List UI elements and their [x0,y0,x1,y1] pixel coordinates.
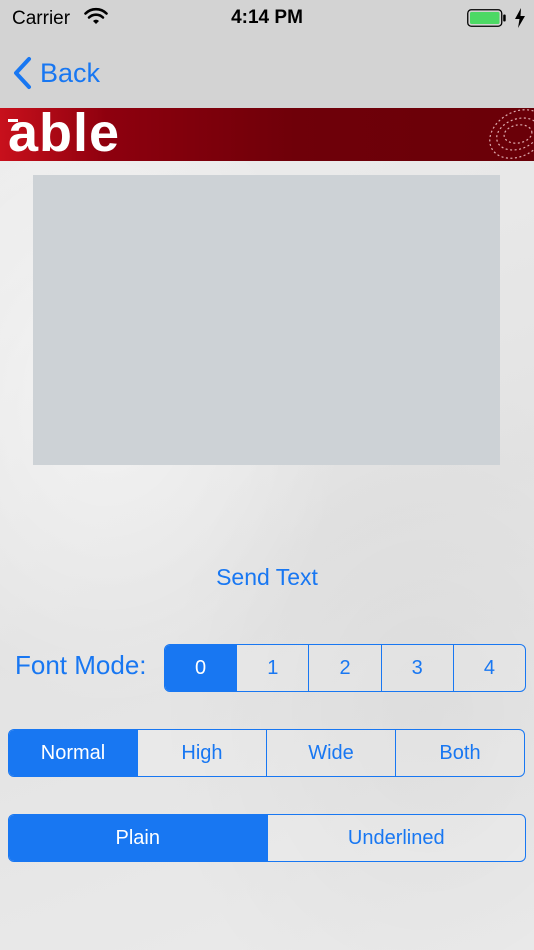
content-area: Send Text Font Mode: 0 1 2 3 4 Normal Hi… [0,161,534,950]
text-style-segmented-control: Plain Underlined [8,814,526,862]
navigation-bar: Back [0,38,534,109]
text-size-segmented-control: Normal High Wide Both [8,729,525,777]
font-mode-segmented-control: 0 1 2 3 4 [164,644,526,692]
font-mode-option-1[interactable]: 1 [236,645,308,691]
clock: 4:14 PM [231,7,303,28]
size-option-high[interactable]: High [137,730,266,776]
style-option-plain[interactable]: Plain [9,815,267,861]
back-label: Back [40,57,101,88]
chevron-left-icon [14,57,31,89]
font-mode-option-0[interactable]: 0 [165,645,237,691]
back-button[interactable]: Back [12,54,100,92]
status-bar: Carrier 4:14 PM [0,0,534,38]
font-mode-option-4[interactable]: 4 [452,645,525,691]
send-text-button[interactable]: Send Text [0,564,534,591]
style-option-underlined[interactable]: Underlined [266,815,526,861]
size-option-normal[interactable]: Normal [9,730,137,776]
font-mode-option-3[interactable]: 3 [380,645,453,691]
font-mode-option-2[interactable]: 2 [308,645,380,691]
size-option-wide[interactable]: Wide [266,730,395,776]
brand-logo: able [8,108,121,161]
font-mode-label: Font Mode: [15,650,147,680]
size-option-both[interactable]: Both [395,730,524,776]
charging-icon [514,8,526,34]
battery-icon [467,9,507,27]
swirl-graphic-icon [489,109,534,159]
brand-banner: able [0,108,534,161]
text-preview-area[interactable] [33,175,500,465]
